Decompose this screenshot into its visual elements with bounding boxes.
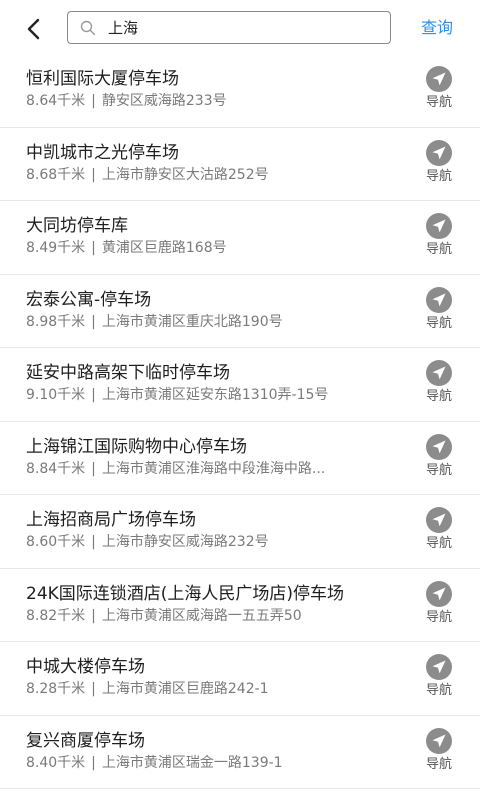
list-item[interactable]: 恒利国际大厦停车场 8.64千米 | 静安区威海路233号 导航 <box>0 54 480 128</box>
parking-name: 中凯城市之光停车场 <box>26 142 179 163</box>
navigate-label: 导航 <box>425 315 452 331</box>
navigate-button[interactable]: 导航 <box>418 580 460 629</box>
parking-detail: 8.98千米 | 上海市黄浦区重庆北路190号 <box>26 313 406 331</box>
address-text: 上海市静安区大沽路252号 <box>101 166 269 183</box>
separator: | <box>91 313 96 330</box>
navigate-label: 导航 <box>425 683 452 698</box>
parking-detail: 9.10千米 | 上海市黄浦区延安东路1310弄-15号 <box>26 386 406 404</box>
parking-name: 复兴商厦停车场 <box>26 730 145 751</box>
parking-name: 大同坊停车库 <box>26 216 128 236</box>
address-text: 上海市静安区威海路232号 <box>101 534 269 550</box>
list-item[interactable]: 宏泰公寓-停车场 8.98千米 | 上海市黄浦区重庆北路190号 导航 <box>0 275 480 348</box>
separator: | <box>91 240 96 256</box>
parking-detail: 8.60千米 | 上海市静安区威海路232号 <box>26 533 406 551</box>
navigate-button[interactable]: 导航 <box>418 654 460 702</box>
navigation-arrow-icon <box>426 66 452 92</box>
navigate-label: 导航 <box>425 389 452 404</box>
distance-text: 8.82千米 <box>26 607 86 624</box>
navigation-arrow-icon <box>426 580 452 607</box>
list-item[interactable]: 24K国际连锁酒店(上海人民广场店)停车场 8.82千米 | 上海市黄浦区威海路一五五… <box>0 569 480 642</box>
distance-text: 8.28千米 <box>26 681 86 697</box>
parking-name: 延安中路高架下临时停车场 <box>26 363 230 383</box>
list-item[interactable]: 上海招商局广场停车场 8.60千米 | 上海市静安区威海路232号 导航 <box>0 495 480 569</box>
list-item[interactable]: 延安中路高架下临时停车场 9.10千米 | 上海市黄浦区延安东路1310弄-15号 导航 <box>0 348 480 422</box>
search-box[interactable] <box>67 11 391 44</box>
list-item[interactable]: 中城大楼停车场 8.28千米 | 上海市黄浦区巨鹿路242-1 导航 <box>0 642 480 716</box>
separator: | <box>91 754 96 771</box>
distance-text: 8.68千米 <box>26 166 86 183</box>
navigate-label: 导航 <box>425 756 452 772</box>
navigate-button[interactable]: 导航 <box>418 66 460 114</box>
navigate-label: 导航 <box>425 609 452 625</box>
navigate-button[interactable]: 导航 <box>418 286 460 335</box>
distance-text: 8.98千米 <box>26 313 86 330</box>
list-item[interactable]: 中凯城市之光停车场 8.68千米 | 上海市静安区大沽路252号 导航 <box>0 128 480 201</box>
address-text: 上海市黄浦区巨鹿路242-1 <box>101 681 269 697</box>
distance-text: 8.64千米 <box>26 93 86 109</box>
parking-detail: 8.64千米 | 静安区威海路233号 <box>26 92 406 110</box>
navigate-button[interactable]: 导航 <box>418 139 460 188</box>
navigate-label: 导航 <box>425 536 452 551</box>
navigation-arrow-icon <box>426 286 452 313</box>
distance-text: 8.40千米 <box>26 754 86 771</box>
list-item[interactable]: 大同坊停车库 8.49千米 | 黄浦区巨鹿路168号 导航 <box>0 201 480 275</box>
separator: | <box>91 607 96 624</box>
address-text: 黄浦区巨鹿路168号 <box>101 240 227 256</box>
parking-detail: 8.28千米 | 上海市黄浦区巨鹿路242-1 <box>26 680 406 698</box>
navigate-button[interactable]: 导航 <box>418 727 460 776</box>
query-button[interactable]: 查询 <box>412 16 462 40</box>
navigation-arrow-icon <box>426 727 452 754</box>
separator: | <box>91 534 96 550</box>
list-item[interactable]: 上海锦江国际购物中心停车场 8.84千米 | 上海市黄浦区淮海路中段淮海中路... 导航 <box>0 422 480 495</box>
navigate-label: 导航 <box>425 168 452 184</box>
list-item[interactable]: 复兴商厦停车场 8.40千米 | 上海市黄浦区瑞金一路139-1 导航 <box>0 716 480 789</box>
parking-name: 上海招商局广场停车场 <box>26 510 196 530</box>
address-text: 上海市黄浦区延安东路1310弄-15号 <box>101 387 329 403</box>
parking-name: 宏泰公寓-停车场 <box>26 289 152 310</box>
navigation-arrow-icon <box>426 654 452 680</box>
parking-detail: 8.84千米 | 上海市黄浦区淮海路中段淮海中路... <box>26 460 406 478</box>
search-icon <box>80 20 96 36</box>
parking-detail: 8.49千米 | 黄浦区巨鹿路168号 <box>26 239 406 257</box>
distance-text: 8.84千米 <box>26 460 86 477</box>
navigate-button[interactable]: 导航 <box>418 433 460 482</box>
parking-name: 上海锦江国际购物中心停车场 <box>26 436 247 457</box>
parking-name: 恒利国际大厦停车场 <box>26 69 179 89</box>
parking-name: 中城大楼停车场 <box>26 657 145 677</box>
address-text: 静安区威海路233号 <box>101 93 227 109</box>
address-text: 上海市黄浦区淮海路中段淮海中路... <box>101 460 326 477</box>
parking-result-list: 恒利国际大厦停车场 8.64千米 | 静安区威海路233号 导航 中凯城市之光停车场 8.6… <box>0 54 480 789</box>
navigate-button[interactable]: 导航 <box>418 213 460 261</box>
distance-text: 8.60千米 <box>26 534 86 550</box>
parking-detail: 8.68千米 | 上海市静安区大沽路252号 <box>26 166 406 184</box>
parking-detail: 8.40千米 | 上海市黄浦区瑞金一路139-1 <box>26 754 406 772</box>
navigation-arrow-icon <box>426 213 452 239</box>
address-text: 上海市黄浦区威海路一五五弄50 <box>101 607 302 624</box>
separator: | <box>91 681 96 697</box>
navigation-arrow-icon <box>426 507 452 533</box>
parking-detail: 8.82千米 | 上海市黄浦区威海路一五五弄50 <box>26 607 406 625</box>
navigation-arrow-icon <box>426 360 452 386</box>
navigate-button[interactable]: 导航 <box>418 360 460 408</box>
parking-name: 24K国际连锁酒店(上海人民广场店)停车场 <box>26 583 345 604</box>
search-input[interactable] <box>108 14 378 41</box>
navigate-label: 导航 <box>425 242 452 257</box>
navigate-label: 导航 <box>425 462 452 478</box>
navigate-button[interactable]: 导航 <box>418 507 460 555</box>
navigate-label: 导航 <box>425 95 452 110</box>
separator: | <box>91 93 96 109</box>
separator: | <box>91 460 96 477</box>
distance-text: 9.10千米 <box>26 387 86 403</box>
chevron-left-icon <box>27 18 40 40</box>
address-text: 上海市黄浦区瑞金一路139-1 <box>101 754 283 771</box>
distance-text: 8.49千米 <box>26 240 86 256</box>
address-text: 上海市黄浦区重庆北路190号 <box>101 313 283 330</box>
back-button[interactable] <box>16 12 52 46</box>
separator: | <box>91 387 96 403</box>
top-bar: 查询 <box>0 0 480 56</box>
navigation-arrow-icon <box>426 139 452 166</box>
separator: | <box>91 166 96 183</box>
navigation-arrow-icon <box>426 433 452 460</box>
